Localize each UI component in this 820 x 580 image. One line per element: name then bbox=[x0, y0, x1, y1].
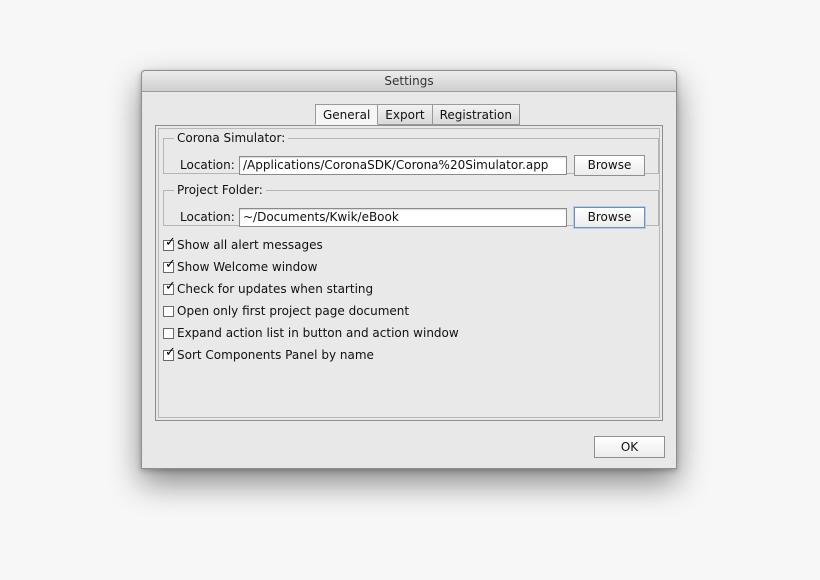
option-label: Show Welcome window bbox=[177, 260, 318, 274]
corona-simulator-group: Corona Simulator: Location: /Application… bbox=[163, 131, 659, 176]
option-label: Sort Components Panel by name bbox=[177, 348, 374, 362]
option-expand-action-list[interactable]: Expand action list in button and action … bbox=[163, 325, 459, 341]
checkmark-icon: ✓ bbox=[165, 256, 176, 272]
tab-export[interactable]: Export bbox=[378, 104, 433, 125]
window-title: Settings bbox=[142, 71, 676, 92]
project-location-field[interactable]: ~/Documents/Kwik/eBook bbox=[239, 208, 567, 227]
option-show-alerts[interactable]: ✓ Show all alert messages bbox=[163, 235, 323, 253]
corona-location-label: Location: bbox=[180, 158, 235, 172]
project-folder-group: Project Folder: Location: ~/Documents/Kw… bbox=[163, 183, 659, 228]
option-show-welcome[interactable]: ✓ Show Welcome window bbox=[163, 257, 318, 275]
corona-browse-button[interactable]: Browse bbox=[574, 155, 645, 176]
checkmark-icon: ✓ bbox=[165, 344, 176, 360]
corona-location-field[interactable]: /Applications/CoronaSDK/Corona%20Simulat… bbox=[239, 156, 567, 175]
option-label: Check for updates when starting bbox=[177, 282, 374, 296]
checkmark-icon: ✓ bbox=[165, 278, 176, 294]
checkbox[interactable]: ✓ bbox=[163, 257, 176, 273]
option-label: Expand action list in button and action … bbox=[177, 326, 459, 340]
settings-window: Settings General Export Registration Cor… bbox=[141, 70, 677, 469]
project-folder-legend: Project Folder: bbox=[177, 183, 263, 197]
checkbox[interactable]: ✓ bbox=[163, 235, 176, 251]
option-label: Open only first project page document bbox=[177, 304, 410, 318]
project-browse-button[interactable]: Browse bbox=[574, 207, 645, 228]
general-tab-panel: Corona Simulator: Location: /Application… bbox=[155, 125, 663, 421]
project-location-label: Location: bbox=[180, 210, 235, 224]
checkmark-icon: ✓ bbox=[165, 234, 176, 250]
tab-bar: General Export Registration bbox=[315, 104, 520, 125]
checkbox[interactable]: ✓ bbox=[163, 345, 176, 361]
tab-panel-inner: Corona Simulator: Location: /Application… bbox=[158, 128, 660, 418]
tab-general[interactable]: General bbox=[315, 104, 379, 125]
ok-button[interactable]: OK bbox=[594, 436, 665, 458]
option-sort-components[interactable]: ✓ Sort Components Panel by name bbox=[163, 345, 374, 363]
tab-registration[interactable]: Registration bbox=[432, 104, 520, 125]
checkbox[interactable] bbox=[163, 305, 174, 317]
corona-simulator-legend: Corona Simulator: bbox=[177, 131, 286, 145]
option-label: Show all alert messages bbox=[177, 238, 323, 252]
option-check-updates[interactable]: ✓ Check for updates when starting bbox=[163, 279, 374, 297]
checkbox[interactable] bbox=[163, 327, 174, 339]
checkbox[interactable]: ✓ bbox=[163, 279, 176, 295]
option-open-first-page[interactable]: Open only first project page document bbox=[163, 303, 409, 319]
